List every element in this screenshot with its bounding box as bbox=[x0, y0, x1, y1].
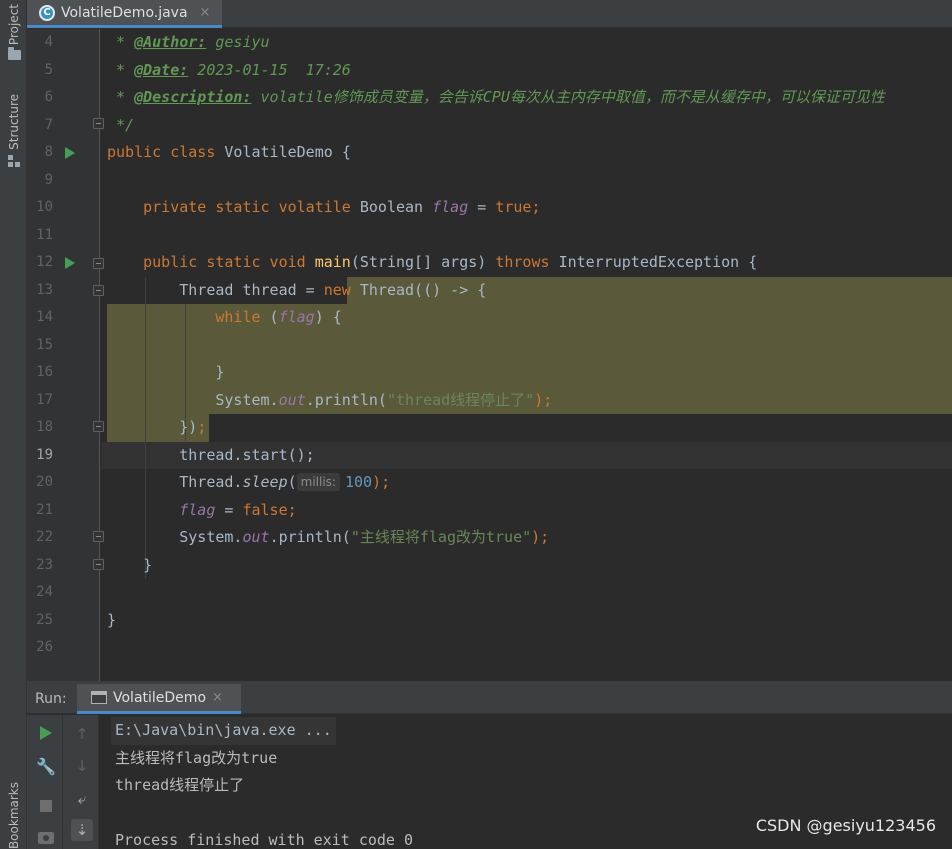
line-number: 12 bbox=[36, 254, 53, 270]
rerun-button[interactable] bbox=[35, 722, 57, 744]
close-icon[interactable]: × bbox=[212, 690, 223, 705]
line-number: 6 bbox=[44, 89, 53, 105]
code-line-8: public class VolatileDemo { bbox=[107, 143, 351, 161]
screenshot-button[interactable] bbox=[35, 827, 57, 849]
left-tool-sidebar: Project Structure Bookmarks bbox=[0, 0, 27, 849]
code-line-22: System.out.println("主线程将flag改为true"); bbox=[179, 528, 550, 546]
code-line-7: */ bbox=[107, 115, 135, 134]
project-tab-label: Project bbox=[7, 4, 21, 46]
code-line-10: private static volatile Boolean flag = t… bbox=[143, 198, 541, 216]
bookmarks-tab-label: Bookmarks bbox=[7, 781, 21, 849]
arrow-up-icon: ↑ bbox=[75, 725, 89, 743]
stop-button[interactable] bbox=[35, 795, 57, 817]
code-line-16: } bbox=[215, 363, 225, 381]
fold-icon[interactable] bbox=[93, 531, 104, 542]
console-icon bbox=[91, 691, 107, 704]
code-line-20: Thread.sleep(millis: 100); bbox=[179, 473, 391, 491]
close-icon[interactable]: × bbox=[200, 5, 211, 20]
fold-icon[interactable] bbox=[93, 421, 104, 432]
previous-occurrence-button[interactable]: ↑ bbox=[71, 723, 93, 745]
editor-tab-volatiledemo[interactable]: C VolatileDemo.java × bbox=[27, 0, 222, 28]
java-class-icon: C bbox=[39, 4, 55, 21]
line-number: 9 bbox=[44, 171, 53, 188]
line-number: 26 bbox=[36, 639, 53, 655]
code-line-23: } bbox=[143, 555, 153, 574]
settings-button[interactable]: 🔧 bbox=[35, 755, 57, 777]
line-number: 4 bbox=[44, 34, 53, 50]
code-line-21: flag = false; bbox=[179, 500, 297, 519]
line-number: 10 bbox=[36, 199, 53, 215]
line-number: 7 bbox=[44, 116, 53, 133]
editor-tab-label: VolatileDemo.java bbox=[61, 4, 188, 21]
run-tab-label: VolatileDemo bbox=[113, 689, 207, 706]
fold-icon[interactable] bbox=[93, 559, 104, 570]
soft-wrap-icon: ⤶ bbox=[77, 790, 87, 808]
scroll-to-end-icon: ⇣ bbox=[75, 821, 89, 839]
structure-tool-tab[interactable]: Structure bbox=[2, 94, 26, 167]
line-number: 21 bbox=[36, 501, 53, 518]
next-occurrence-button[interactable]: ↓ bbox=[71, 755, 93, 777]
code-line-18: }); bbox=[179, 418, 207, 436]
line-number: 18 bbox=[36, 419, 53, 435]
code-line-13: Thread thread = new Thread(() -> { bbox=[179, 280, 487, 299]
scroll-to-end-button[interactable]: ⇣ bbox=[71, 819, 93, 841]
code-line-17: System.out.println("thread线程停止了"); bbox=[215, 390, 553, 409]
bookmarks-tool-tab[interactable]: Bookmarks bbox=[2, 760, 26, 849]
line-number: 8 bbox=[44, 144, 53, 160]
code-line-25: } bbox=[107, 610, 117, 629]
folder-icon bbox=[7, 47, 21, 61]
line-number: 22 bbox=[36, 529, 53, 545]
play-icon bbox=[40, 726, 52, 740]
camera-icon bbox=[38, 832, 54, 844]
code-line-5: * @Date: 2023-01-15 17:26 bbox=[107, 60, 351, 79]
console-exit-line: Process finished with exit code 0 bbox=[115, 831, 414, 849]
project-tool-tab[interactable]: Project bbox=[2, 4, 26, 61]
editor-gutter: 4 5 6 7 8 9 10 11 12 13 14 15 16 17 18 1… bbox=[27, 29, 104, 681]
run-tab-volatiledemo[interactable]: VolatileDemo × bbox=[77, 684, 241, 714]
run-panel-header: Run: VolatileDemo × bbox=[27, 684, 952, 714]
line-number: 23 bbox=[36, 556, 53, 573]
structure-tab-label: Structure bbox=[7, 94, 21, 150]
line-number: 20 bbox=[36, 474, 53, 490]
console-line: thread线程停止了 bbox=[115, 776, 245, 794]
parameter-hint: millis: bbox=[296, 473, 340, 491]
code-line-12: public static void main(String[] args) t… bbox=[143, 253, 758, 271]
line-number: 16 bbox=[36, 364, 53, 380]
code-line-4: * @Author: gesiyu bbox=[107, 33, 270, 51]
code-line-19: thread.start(); bbox=[179, 445, 315, 464]
line-number: 14 bbox=[36, 309, 53, 325]
wrench-icon: 🔧 bbox=[36, 756, 56, 776]
editor-tab-bar: C VolatileDemo.java × bbox=[27, 0, 952, 28]
fold-icon[interactable] bbox=[93, 118, 104, 129]
run-panel-title: Run: bbox=[35, 691, 67, 707]
line-number: 5 bbox=[44, 61, 53, 78]
line-number: 24 bbox=[36, 584, 53, 600]
run-main-icon[interactable] bbox=[65, 257, 75, 269]
fold-icon[interactable] bbox=[93, 285, 104, 296]
console-command-line[interactable]: E:\Java\bin\java.exe ... bbox=[111, 717, 336, 745]
run-toolbar-primary: 🔧 bbox=[27, 715, 63, 849]
console-line: 主线程将flag改为true bbox=[115, 748, 278, 767]
structure-icon bbox=[8, 154, 20, 167]
watermark: CSDN @gesiyu123456 bbox=[755, 816, 936, 835]
line-number: 11 bbox=[36, 226, 53, 243]
line-number: 25 bbox=[36, 611, 53, 628]
soft-wrap-button[interactable]: ⤶ bbox=[71, 788, 93, 810]
run-class-icon[interactable] bbox=[65, 147, 75, 159]
line-number: 15 bbox=[36, 336, 53, 353]
line-number: 17 bbox=[36, 391, 53, 408]
code-line-6: * @Description: volatile修饰成员变量，会告诉CPU每次从… bbox=[107, 88, 885, 106]
fold-icon[interactable] bbox=[93, 258, 104, 269]
stop-icon bbox=[40, 800, 52, 812]
line-number: 13 bbox=[36, 281, 53, 298]
line-number-current: 19 bbox=[36, 446, 53, 463]
arrow-down-icon: ↓ bbox=[75, 757, 89, 775]
code-line-14: while (flag) { bbox=[215, 308, 342, 326]
code-editor[interactable]: 4 5 6 7 8 9 10 11 12 13 14 15 16 17 18 1… bbox=[27, 29, 952, 681]
run-toolbar-secondary: ↑ ↓ ⤶ ⇣ bbox=[63, 715, 99, 849]
